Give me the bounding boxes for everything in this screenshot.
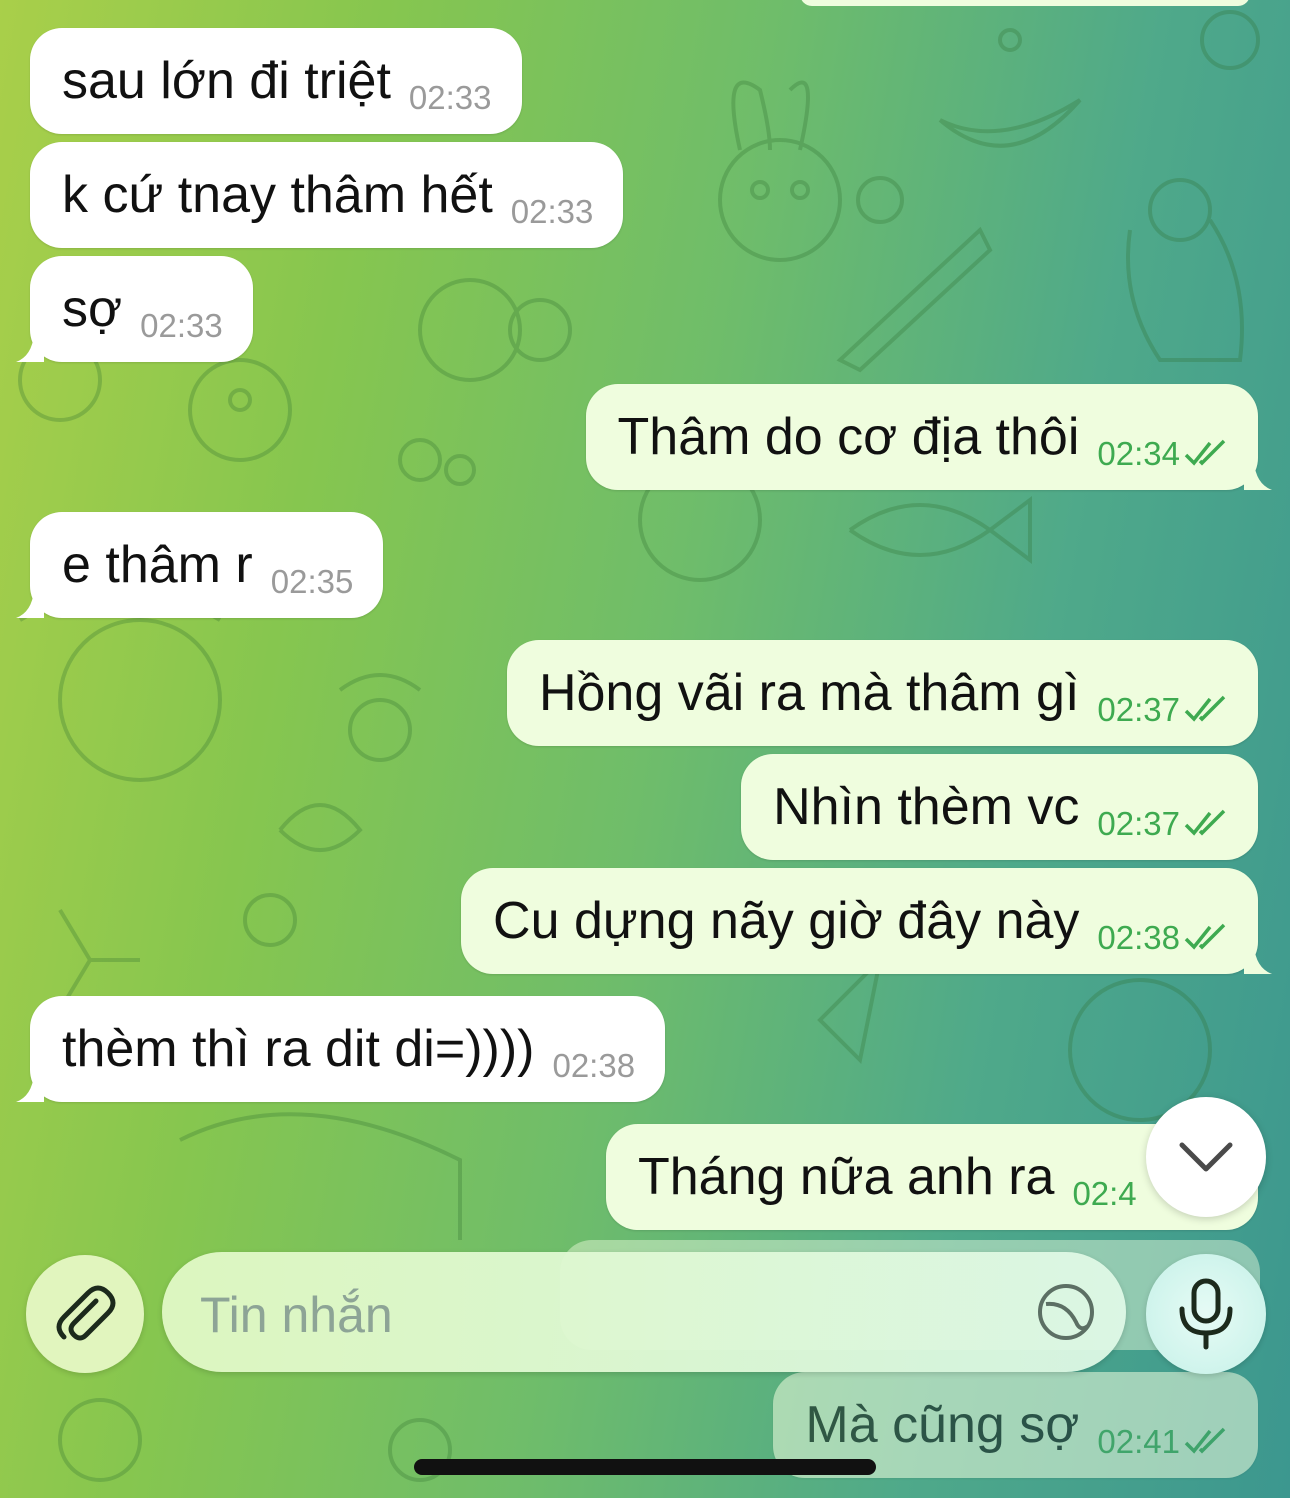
message-time-value: 02:34 <box>1097 435 1180 472</box>
scroll-to-bottom-button[interactable] <box>1146 1097 1266 1217</box>
message-time: 02:37 <box>1097 805 1228 843</box>
message-incoming[interactable]: sợ 02:33 <box>16 256 253 362</box>
message-incoming[interactable]: k cứ tnay thâm hết 02:33 <box>30 142 624 248</box>
chevron-down-icon <box>1179 1142 1233 1172</box>
message-time: 02:35 <box>270 563 354 600</box>
message-time: 02:37 <box>1097 691 1228 729</box>
bubble-tail <box>1244 462 1272 490</box>
message-time: 02:33 <box>408 79 492 116</box>
message-text: sợ <box>62 280 123 338</box>
sticker-icon[interactable] <box>1036 1282 1096 1342</box>
bubble-tail <box>1244 946 1272 974</box>
message-text: Cu dựng nãy giờ đây này <box>493 892 1080 950</box>
message-time-value: 02:38 <box>1097 919 1180 956</box>
bubble-tail <box>16 1074 44 1102</box>
message-input[interactable]: Tin nhắn <box>162 1252 1126 1372</box>
message-time-value: 02:41 <box>1097 1423 1180 1460</box>
message-time: 02:4 <box>1072 1175 1137 1212</box>
message-text: thèm thì ra dit di=)))) <box>62 1020 535 1078</box>
message-outgoing[interactable]: Thâm do cơ địa thôi 02:34 <box>585 384 1272 490</box>
double-check-icon <box>1184 439 1226 466</box>
message-text: Thâm do cơ địa thôi <box>617 408 1080 466</box>
message-text: Mà cũng sợ <box>805 1396 1080 1454</box>
double-check-icon <box>1184 923 1226 950</box>
double-check-icon <box>1184 1427 1226 1454</box>
message-time: 02:33 <box>510 193 594 230</box>
message-time: 02:38 <box>552 1047 636 1084</box>
message-text: Nhìn thèm vc <box>773 778 1080 836</box>
message-incoming[interactable]: sau lớn đi triệt 02:33 <box>30 28 522 134</box>
bubble-tail <box>16 334 44 362</box>
message-time-value: 02:37 <box>1097 805 1180 842</box>
bubble-tail <box>16 590 44 618</box>
message-text: k cứ tnay thâm hết <box>62 166 493 224</box>
voice-message-button[interactable] <box>1146 1254 1266 1374</box>
message-time: 02:41 <box>1097 1423 1228 1461</box>
message-incoming[interactable]: e thâm r 02:35 <box>16 512 384 618</box>
message-text: e thâm r <box>62 536 253 594</box>
message-text: sau lớn đi triệt <box>62 52 391 110</box>
microphone-icon <box>1179 1278 1233 1350</box>
home-indicator <box>414 1459 876 1475</box>
message-outgoing[interactable]: Hồng vãi ra mà thâm gì 02:37 <box>506 640 1258 746</box>
paperclip-icon <box>56 1285 116 1341</box>
message-time-value: 02:37 <box>1097 691 1180 728</box>
message-outgoing[interactable]: Cu dựng nãy giờ đây này 02:38 <box>461 868 1272 974</box>
message-input-placeholder: Tin nhắn <box>200 1287 393 1343</box>
double-check-icon <box>1184 695 1226 722</box>
message-outgoing[interactable]: Nhìn thèm vc 02:37 <box>741 754 1258 860</box>
attach-button[interactable] <box>26 1255 144 1373</box>
message-time: 02:38 <box>1097 919 1228 957</box>
double-check-icon <box>1184 809 1226 836</box>
message-incoming[interactable]: thèm thì ra dit di=)))) 02:38 <box>16 996 666 1102</box>
message-text: Tháng nữa anh ra <box>638 1148 1055 1206</box>
message-text: Hồng vãi ra mà thâm gì <box>538 664 1080 722</box>
message-time: 02:33 <box>140 307 223 344</box>
message-time: 02:34 <box>1097 435 1228 473</box>
